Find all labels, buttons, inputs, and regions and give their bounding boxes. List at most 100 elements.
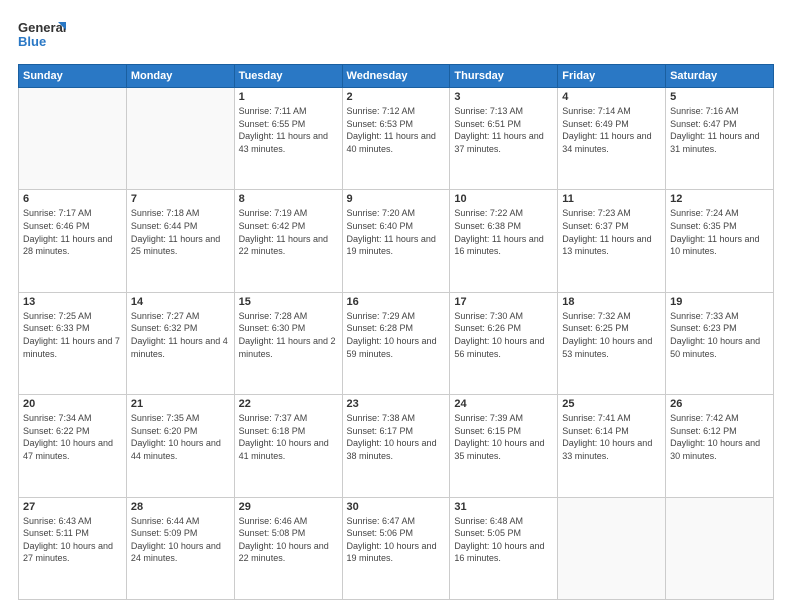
column-header-saturday: Saturday — [666, 65, 774, 88]
day-number: 4 — [562, 91, 661, 103]
day-number: 11 — [562, 193, 661, 205]
calendar-cell: 19 Sunrise: 7:33 AM Sunset: 6:23 PM Dayli… — [666, 292, 774, 394]
day-number: 7 — [131, 193, 230, 205]
calendar-cell — [666, 497, 774, 599]
calendar-cell: 14 Sunrise: 7:27 AM Sunset: 6:32 PM Dayli… — [126, 292, 234, 394]
calendar-cell: 17 Sunrise: 7:30 AM Sunset: 6:26 PM Dayli… — [450, 292, 558, 394]
day-info: Sunrise: 7:14 AM Sunset: 6:49 PM Dayligh… — [562, 105, 661, 155]
calendar-cell: 6 Sunrise: 7:17 AM Sunset: 6:46 PM Daylig… — [19, 190, 127, 292]
day-info: Sunrise: 7:11 AM Sunset: 6:55 PM Dayligh… — [239, 105, 338, 155]
day-info: Sunrise: 6:48 AM Sunset: 5:05 PM Dayligh… — [454, 515, 553, 565]
calendar-cell: 8Sunrise: 7:19 AM Sunset: 6:42 PM Daylig… — [234, 190, 342, 292]
day-number: 17 — [454, 296, 553, 308]
page-header: GeneralBlue — [18, 18, 774, 54]
day-number: 31 — [454, 501, 553, 513]
calendar-cell: 30 Sunrise: 6:47 AM Sunset: 5:06 PM Dayli… — [342, 497, 450, 599]
calendar-cell: 5 Sunrise: 7:16 AM Sunset: 6:47 PM Daylig… — [666, 88, 774, 190]
calendar-week-5: 27 Sunrise: 6:43 AM Sunset: 5:11 PM Dayli… — [19, 497, 774, 599]
day-number: 15 — [239, 296, 338, 308]
calendar-cell — [19, 88, 127, 190]
day-number: 19 — [670, 296, 769, 308]
day-info: Sunrise: 7:17 AM Sunset: 6:46 PM Dayligh… — [23, 207, 122, 257]
calendar-cell: 12 Sunrise: 7:24 AM Sunset: 6:35 PM Dayli… — [666, 190, 774, 292]
calendar-cell — [126, 88, 234, 190]
calendar-cell: 16 Sunrise: 7:29 AM Sunset: 6:28 PM Dayli… — [342, 292, 450, 394]
day-info: Sunrise: 7:24 AM Sunset: 6:35 PM Dayligh… — [670, 207, 769, 257]
day-info: Sunrise: 6:47 AM Sunset: 5:06 PM Dayligh… — [347, 515, 446, 565]
day-info: Sunrise: 7:41 AM Sunset: 6:14 PM Dayligh… — [562, 412, 661, 462]
day-info: Sunrise: 7:27 AM Sunset: 6:32 PM Dayligh… — [131, 310, 230, 360]
day-number: 25 — [562, 398, 661, 410]
day-number: 9 — [347, 193, 446, 205]
calendar-cell: 29Sunrise: 6:46 AM Sunset: 5:08 PM Dayli… — [234, 497, 342, 599]
calendar-week-3: 13Sunrise: 7:25 AM Sunset: 6:33 PM Dayli… — [19, 292, 774, 394]
day-info: Sunrise: 7:35 AM Sunset: 6:20 PM Dayligh… — [131, 412, 230, 462]
calendar-cell: 24 Sunrise: 7:39 AM Sunset: 6:15 PM Dayli… — [450, 395, 558, 497]
calendar-cell: 28 Sunrise: 6:44 AM Sunset: 5:09 PM Dayli… — [126, 497, 234, 599]
logo: GeneralBlue — [18, 18, 73, 54]
day-number: 13 — [23, 296, 122, 308]
calendar-cell: 7Sunrise: 7:18 AM Sunset: 6:44 PM Daylig… — [126, 190, 234, 292]
column-header-wednesday: Wednesday — [342, 65, 450, 88]
day-number: 5 — [670, 91, 769, 103]
calendar-cell: 11 Sunrise: 7:23 AM Sunset: 6:37 PM Dayli… — [558, 190, 666, 292]
day-number: 28 — [131, 501, 230, 513]
calendar-cell: 3 Sunrise: 7:13 AM Sunset: 6:51 PM Daylig… — [450, 88, 558, 190]
day-number: 12 — [670, 193, 769, 205]
calendar-cell: 23Sunrise: 7:38 AM Sunset: 6:17 PM Dayli… — [342, 395, 450, 497]
day-number: 21 — [131, 398, 230, 410]
day-info: Sunrise: 7:19 AM Sunset: 6:42 PM Dayligh… — [239, 207, 338, 257]
day-info: Sunrise: 6:44 AM Sunset: 5:09 PM Dayligh… — [131, 515, 230, 565]
calendar-cell: 31 Sunrise: 6:48 AM Sunset: 5:05 PM Dayli… — [450, 497, 558, 599]
day-number: 14 — [131, 296, 230, 308]
day-info: Sunrise: 7:30 AM Sunset: 6:26 PM Dayligh… — [454, 310, 553, 360]
svg-text:Blue: Blue — [18, 34, 46, 49]
day-number: 29 — [239, 501, 338, 513]
calendar-cell: 20Sunrise: 7:34 AM Sunset: 6:22 PM Dayli… — [19, 395, 127, 497]
calendar-cell: 15 Sunrise: 7:28 AM Sunset: 6:30 PM Dayli… — [234, 292, 342, 394]
day-info: Sunrise: 7:13 AM Sunset: 6:51 PM Dayligh… — [454, 105, 553, 155]
column-header-monday: Monday — [126, 65, 234, 88]
day-info: Sunrise: 7:38 AM Sunset: 6:17 PM Dayligh… — [347, 412, 446, 462]
day-info: Sunrise: 7:23 AM Sunset: 6:37 PM Dayligh… — [562, 207, 661, 257]
calendar-cell: 22Sunrise: 7:37 AM Sunset: 6:18 PM Dayli… — [234, 395, 342, 497]
day-info: Sunrise: 7:39 AM Sunset: 6:15 PM Dayligh… — [454, 412, 553, 462]
day-number: 3 — [454, 91, 553, 103]
calendar-cell: 1 Sunrise: 7:11 AM Sunset: 6:55 PM Daylig… — [234, 88, 342, 190]
calendar-cell: 13Sunrise: 7:25 AM Sunset: 6:33 PM Dayli… — [19, 292, 127, 394]
calendar-week-4: 20Sunrise: 7:34 AM Sunset: 6:22 PM Dayli… — [19, 395, 774, 497]
calendar-cell: 18 Sunrise: 7:32 AM Sunset: 6:25 PM Dayli… — [558, 292, 666, 394]
day-number: 20 — [23, 398, 122, 410]
day-info: Sunrise: 7:32 AM Sunset: 6:25 PM Dayligh… — [562, 310, 661, 360]
day-info: Sunrise: 6:43 AM Sunset: 5:11 PM Dayligh… — [23, 515, 122, 565]
day-number: 24 — [454, 398, 553, 410]
day-number: 27 — [23, 501, 122, 513]
day-info: Sunrise: 7:20 AM Sunset: 6:40 PM Dayligh… — [347, 207, 446, 257]
calendar-cell: 10Sunrise: 7:22 AM Sunset: 6:38 PM Dayli… — [450, 190, 558, 292]
day-number: 6 — [23, 193, 122, 205]
calendar-week-2: 6 Sunrise: 7:17 AM Sunset: 6:46 PM Daylig… — [19, 190, 774, 292]
day-info: Sunrise: 7:12 AM Sunset: 6:53 PM Dayligh… — [347, 105, 446, 155]
calendar-cell: 25 Sunrise: 7:41 AM Sunset: 6:14 PM Dayli… — [558, 395, 666, 497]
column-header-sunday: Sunday — [19, 65, 127, 88]
column-header-friday: Friday — [558, 65, 666, 88]
column-header-thursday: Thursday — [450, 65, 558, 88]
calendar-cell: 4 Sunrise: 7:14 AM Sunset: 6:49 PM Daylig… — [558, 88, 666, 190]
day-number: 30 — [347, 501, 446, 513]
calendar-cell: 2Sunrise: 7:12 AM Sunset: 6:53 PM Daylig… — [342, 88, 450, 190]
day-info: Sunrise: 7:29 AM Sunset: 6:28 PM Dayligh… — [347, 310, 446, 360]
calendar-cell — [558, 497, 666, 599]
day-number: 1 — [239, 91, 338, 103]
calendar-week-1: 1 Sunrise: 7:11 AM Sunset: 6:55 PM Daylig… — [19, 88, 774, 190]
logo-icon: GeneralBlue — [18, 18, 73, 54]
day-info: Sunrise: 7:42 AM Sunset: 6:12 PM Dayligh… — [670, 412, 769, 462]
calendar-cell: 27 Sunrise: 6:43 AM Sunset: 5:11 PM Dayli… — [19, 497, 127, 599]
day-info: Sunrise: 7:33 AM Sunset: 6:23 PM Dayligh… — [670, 310, 769, 360]
calendar-header-row: SundayMondayTuesdayWednesdayThursdayFrid… — [19, 65, 774, 88]
day-number: 26 — [670, 398, 769, 410]
day-info: Sunrise: 7:16 AM Sunset: 6:47 PM Dayligh… — [670, 105, 769, 155]
day-number: 16 — [347, 296, 446, 308]
day-info: Sunrise: 7:28 AM Sunset: 6:30 PM Dayligh… — [239, 310, 338, 360]
day-info: Sunrise: 7:22 AM Sunset: 6:38 PM Dayligh… — [454, 207, 553, 257]
day-number: 18 — [562, 296, 661, 308]
